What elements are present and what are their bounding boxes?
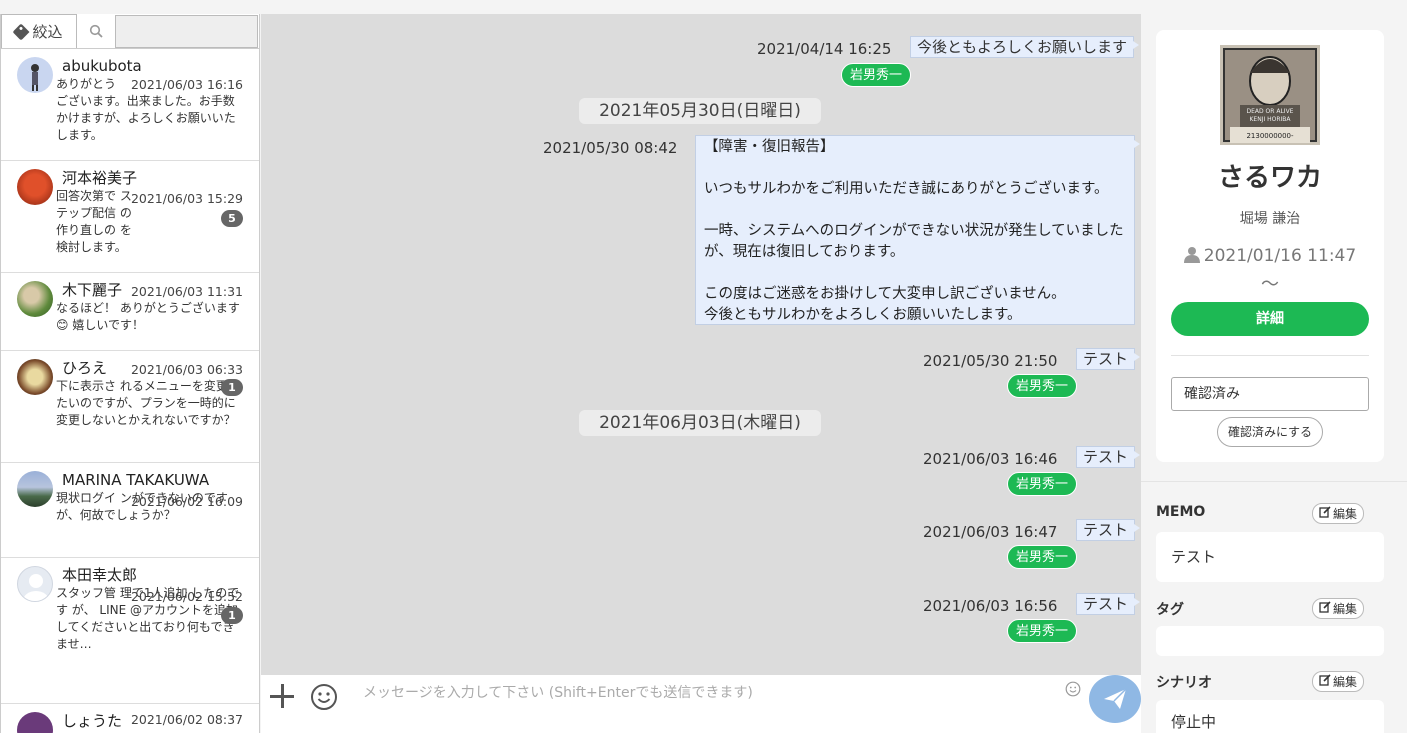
send-button[interactable] <box>1089 675 1141 723</box>
contact-item[interactable]: 木下麗子 2021/06/03 11:31 なるほど！ ありがとうございます😊 … <box>1 273 259 351</box>
edit-label: 編集 <box>1332 507 1357 521</box>
app-root: 絞込 abukubota 2021/06/03 16:16 ありがとう ございま… <box>0 0 1407 733</box>
tag-content[interactable] <box>1156 626 1384 656</box>
person-icon <box>1183 246 1200 268</box>
plus-icon[interactable] <box>269 683 295 709</box>
contact-item[interactable]: MARINA TAKAKUWA 2021/06/02 16:09 現状ログイ ン… <box>1 463 259 558</box>
contact-item[interactable]: 本田幸太郎 2021/06/02 15:52 1 スタッフ管 理で1人追加 した… <box>1 558 259 704</box>
profile-registered: 2021/01/16 11:47 <box>1156 246 1384 268</box>
divider <box>1171 355 1369 356</box>
sender-badge: 岩男秀一 <box>1007 619 1078 643</box>
edit-label: 編集 <box>1332 675 1357 689</box>
contact-time: 2021/06/02 16:09 <box>130 494 243 509</box>
edit-label: 編集 <box>1332 602 1357 616</box>
contact-item[interactable]: ひろえ 2021/06/03 06:33 1 下に表示さ れるメニューを変更した… <box>1 351 259 463</box>
wanted-poster-line1: DEAD OR ALIVE <box>1247 108 1294 115</box>
search-input[interactable] <box>115 15 258 48</box>
memo-title: MEMO <box>1156 504 1206 520</box>
contact-time: 2021/06/03 15:29 <box>130 191 243 206</box>
unread-badge: 1 <box>221 379 243 396</box>
profile-subname: 堀場 謙治 <box>1239 211 1301 227</box>
message-timestamp: 2021/06/03 16:47 <box>923 523 1058 541</box>
filter-button[interactable]: 絞込 <box>1 14 77 48</box>
message-bubble: テスト <box>1076 446 1141 468</box>
date-separator: 2021年06月03日(木曜日) <box>579 410 821 436</box>
sender-badge: 岩男秀一 <box>1007 472 1078 496</box>
scenario-edit-button[interactable]: 編集 <box>1312 671 1364 692</box>
unread-badge: 5 <box>221 210 243 227</box>
contact-name: 本田幸太郎 <box>62 566 138 584</box>
unread-badge: 1 <box>221 607 243 624</box>
message-bubble: テスト <box>1076 593 1141 615</box>
contact-time: 2021/06/03 06:33 <box>130 362 243 377</box>
contact-item[interactable]: 河本裕美子 2021/06/03 15:29 5 回答次第で ステップ配信 の作… <box>1 161 259 273</box>
profile-card: DEAD OR ALIVE KENJI HORIBA 2130000000- さ… <box>1156 30 1384 462</box>
message-timestamp: 2021/06/03 16:56 <box>923 597 1058 615</box>
message-timestamp: 2021/05/30 08:42 <box>543 139 678 157</box>
status-select[interactable]: 確認済み <box>1171 377 1369 411</box>
message-timestamp: 2021/04/14 16:25 <box>757 40 892 58</box>
profile-panel: DEAD OR ALIVE KENJI HORIBA 2130000000- さ… <box>1141 14 1407 733</box>
contact-item[interactable]: abukubota 2021/06/03 16:16 ありがとう ございます。出… <box>1 49 259 161</box>
profile-image: DEAD OR ALIVE KENJI HORIBA 2130000000- <box>1220 45 1320 145</box>
date-separator: 2021年05月30日(日曜日) <box>579 98 821 124</box>
profile-name: さるワカ <box>1217 163 1322 193</box>
mark-confirmed-button[interactable]: 確認済みにする <box>1217 417 1323 447</box>
avatar <box>17 471 53 507</box>
contact-message: 回答次第で ステップ配信 の作り直しの を検討します。 <box>56 189 132 254</box>
contact-name: MARINA TAKAKUWA <box>62 471 210 489</box>
tag-edit-button[interactable]: 編集 <box>1312 598 1364 619</box>
contact-message: なるほど！ ありがとうございます😊 嬉しいです！ <box>56 301 240 332</box>
sender-badge: 岩男秀一 <box>1007 374 1078 398</box>
send-icon <box>1104 688 1127 709</box>
contact-name: 河本裕美子 <box>62 169 138 187</box>
edit-icon <box>1319 506 1331 521</box>
message-input[interactable]: メッセージを入力して下さい (Shift+Enterでも送信できます) <box>363 682 753 702</box>
avatar <box>17 566 53 602</box>
message-bubble: テスト <box>1076 519 1141 541</box>
message-timestamp: 2021/05/30 21:50 <box>923 352 1058 370</box>
registered-date: 2021/01/16 11:47 <box>1203 246 1357 266</box>
message-composer: メッセージを入力して下さい (Shift+Enterでも送信できます) <box>261 675 1141 733</box>
avatar <box>17 712 53 733</box>
message-timestamp: 2021/06/03 16:46 <box>923 450 1058 468</box>
emoji-icon[interactable] <box>310 683 338 715</box>
chat-area: 2021/04/14 16:25 今後ともよろしくお願いします 岩男秀一 202… <box>261 14 1141 675</box>
avatar <box>17 57 53 93</box>
search-icon[interactable] <box>77 14 115 48</box>
contact-item[interactable]: しょうた 2021/06/02 08:37 <box>1 704 259 733</box>
sender-badge: 岩男秀一 <box>841 63 912 87</box>
tag-icon <box>12 23 30 40</box>
wanted-poster-line2: KENJI HORIBA <box>1249 116 1291 123</box>
message-bubble: テスト <box>1076 348 1141 370</box>
contact-time: 2021/06/03 11:31 <box>130 284 243 299</box>
contact-sidebar: 絞込 abukubota 2021/06/03 16:16 ありがとう ございま… <box>0 14 260 733</box>
scenario-content[interactable]: 停止中 <box>1156 700 1384 733</box>
scenario-title: シナリオ <box>1156 675 1212 691</box>
avatar <box>17 359 53 395</box>
detail-button[interactable]: 詳細 <box>1171 302 1369 336</box>
filter-bar: 絞込 <box>1 14 259 49</box>
emoji-picker-icon[interactable] <box>1065 681 1081 701</box>
date-range-tilde: 〜 <box>1261 274 1279 295</box>
message-bubble: 今後ともよろしくお願いします <box>910 36 1140 58</box>
wanted-poster-line3: 2130000000- <box>1246 132 1294 140</box>
contact-time: 2021/06/03 16:16 <box>130 77 243 92</box>
contact-time: 2021/06/02 08:37 <box>130 712 243 727</box>
avatar <box>17 169 53 205</box>
tag-title: タグ <box>1156 602 1184 618</box>
memo-content[interactable]: テスト <box>1156 532 1384 582</box>
memo-edit-button[interactable]: 編集 <box>1312 503 1364 524</box>
contact-name: abukubota <box>62 57 142 75</box>
edit-icon <box>1319 601 1331 616</box>
avatar <box>17 281 53 317</box>
sender-badge: 岩男秀一 <box>1007 545 1078 569</box>
contact-time: 2021/06/02 15:52 <box>130 589 243 604</box>
contact-message: 下に表示さ れるメニューを変更したいのですが、プランを一時的に変更しないとかえれ… <box>56 379 240 427</box>
announcement-bubble: 【障害・復旧報告】 いつもサルわかをご利用いただき誠にありがとうございます。 一… <box>695 135 1140 325</box>
filter-label: 絞込 <box>32 23 63 41</box>
edit-icon <box>1319 674 1331 689</box>
divider <box>1141 481 1407 482</box>
